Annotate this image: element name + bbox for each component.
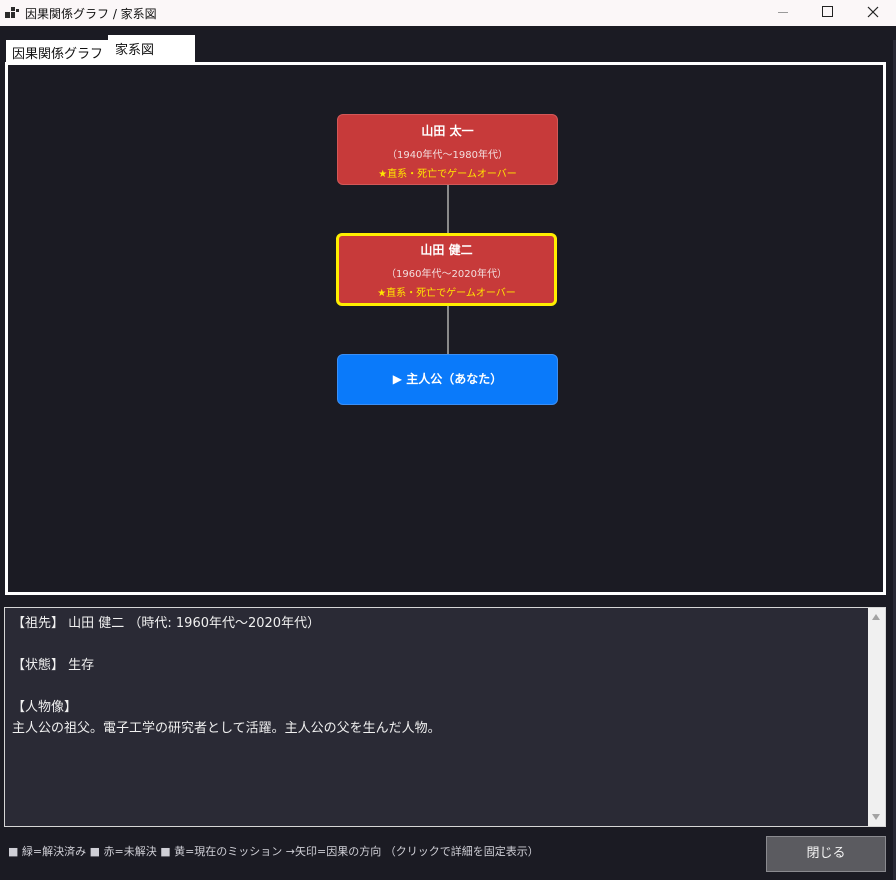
maximize-icon xyxy=(822,6,833,17)
minimize-icon xyxy=(778,12,788,13)
legend: ■ 緑=解決済み ■ 赤=未解決 ■ 黄=現在のミッション →矢印=因果の方向 … xyxy=(8,845,539,858)
node-name: 山田 健二 xyxy=(420,243,473,257)
family-tree-panel: 山田 太一 （1940年代～1980年代） ★直系・死亡でゲームオーバー 山田 … xyxy=(5,62,886,595)
scroll-up-icon[interactable] xyxy=(872,614,880,620)
tab-family-tree[interactable]: 家系図 xyxy=(108,35,195,63)
detail-status-line: 【状態】 生存 xyxy=(12,658,95,673)
maximize-button[interactable] xyxy=(805,0,851,26)
close-icon xyxy=(867,6,879,18)
vertical-scrollbar[interactable] xyxy=(868,608,885,826)
node-name: ▶ 主人公（あなた） xyxy=(392,372,503,386)
detail-profile-text: 主人公の祖父。電子工学の研究者として活躍。主人公の父を生んだ人物。 xyxy=(12,721,441,736)
node-player[interactable]: ▶ 主人公（あなた） xyxy=(337,354,558,405)
node-era: （1960年代～2020年代） xyxy=(386,269,507,280)
detail-ancestor-line: 【祖先】 山田 健二 （時代: 1960年代～2020年代） xyxy=(12,616,321,631)
app-icon xyxy=(5,6,19,20)
node-name: 山田 太一 xyxy=(421,124,474,138)
node-note: ★直系・死亡でゲームオーバー xyxy=(378,169,517,180)
scroll-down-icon[interactable] xyxy=(872,814,880,820)
detail-profile-heading: 【人物像】 xyxy=(12,700,78,715)
node-note: ★直系・死亡でゲームオーバー xyxy=(377,288,516,299)
close-button[interactable]: 閉じる xyxy=(766,836,886,872)
node-yamada-taichi[interactable]: 山田 太一 （1940年代～1980年代） ★直系・死亡でゲームオーバー xyxy=(337,114,558,185)
tab-causal-graph[interactable]: 因果関係グラフ xyxy=(6,40,108,62)
tab-strip: 因果関係グラフ 家系図 xyxy=(0,26,896,63)
node-era: （1940年代～1980年代） xyxy=(387,150,508,161)
window-close-button[interactable] xyxy=(851,0,896,26)
node-yamada-kenji[interactable]: 山田 健二 （1960年代～2020年代） ★直系・死亡でゲームオーバー xyxy=(336,233,557,306)
title-bar: 因果関係グラフ / 家系図 xyxy=(0,0,896,26)
window-title: 因果関係グラフ / 家系図 xyxy=(25,7,157,21)
detail-textarea[interactable]: 【祖先】 山田 健二 （時代: 1960年代～2020年代） 【状態】 生存 【… xyxy=(4,607,886,827)
minimize-button[interactable] xyxy=(759,0,805,26)
